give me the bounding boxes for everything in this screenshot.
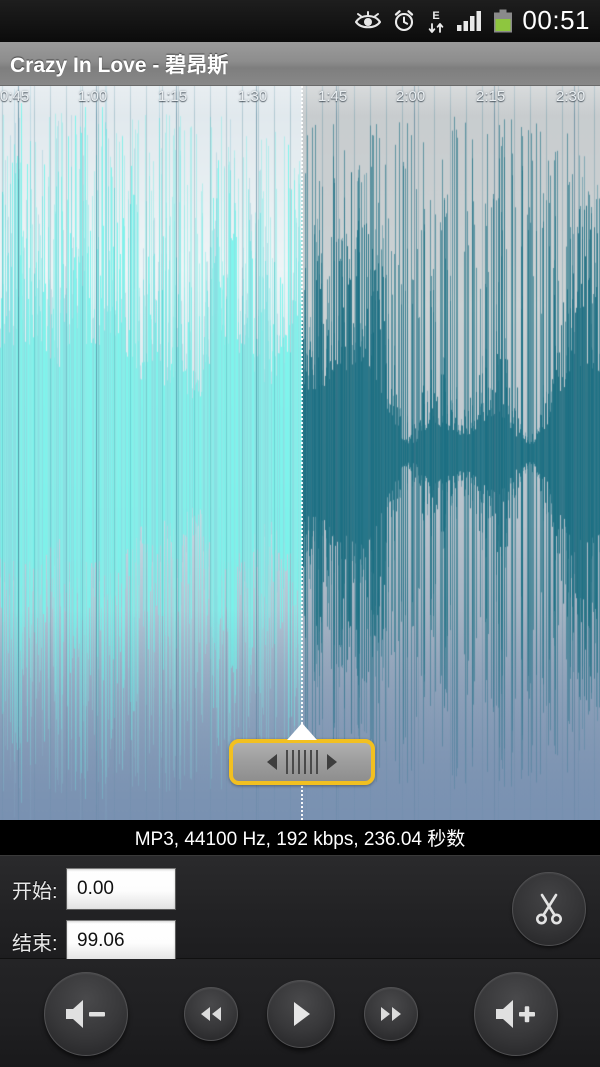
chevron-left-icon bbox=[267, 754, 277, 770]
status-bar-clock: 00:51 bbox=[522, 5, 590, 35]
page-title: Crazy In Love - 碧昂斯 bbox=[10, 53, 229, 77]
start-time-row: 开始: 0.00 bbox=[12, 868, 176, 910]
status-bar-icons: E bbox=[355, 9, 513, 34]
end-time-input[interactable]: 99.06 bbox=[66, 920, 176, 962]
start-time-input[interactable]: 0.00 bbox=[66, 868, 176, 910]
speaker-plus-icon bbox=[496, 1000, 535, 1028]
rewind-icon bbox=[201, 1007, 221, 1021]
playhead-line bbox=[301, 86, 303, 820]
alarm-clock-icon bbox=[395, 10, 414, 32]
selection-handle-pointer bbox=[287, 723, 317, 740]
file-info-text: MP3, 44100 Hz, 192 kbps, 236.04 秒数 bbox=[134, 829, 466, 850]
scissors-icon bbox=[536, 893, 562, 925]
volume-up-button[interactable] bbox=[474, 972, 558, 1056]
transport-bar bbox=[0, 959, 600, 1067]
chevron-right-icon bbox=[327, 754, 337, 770]
status-bar: E 00:51 bbox=[0, 0, 600, 42]
signal-bars-icon bbox=[457, 11, 482, 31]
title-bar: Crazy In Love - 碧昂斯 bbox=[0, 42, 600, 86]
play-button[interactable] bbox=[267, 980, 335, 1048]
selection-handle-grip bbox=[267, 750, 337, 774]
speaker-minus-icon bbox=[66, 1000, 105, 1028]
end-time-row: 结束: 99.06 bbox=[12, 920, 176, 962]
file-info-bar: MP3, 44100 Hz, 192 kbps, 236.04 秒数 bbox=[0, 820, 600, 856]
rewind-button[interactable] bbox=[184, 987, 238, 1041]
volume-down-button[interactable] bbox=[44, 972, 128, 1056]
battery-icon bbox=[494, 9, 513, 33]
waveform-view[interactable]: 0:45 1:00 1:15 1:30 1:45 2:00 2:15 2:30 bbox=[0, 86, 600, 820]
selection-handle[interactable] bbox=[229, 739, 375, 785]
cut-button[interactable] bbox=[512, 872, 586, 946]
audio-editor-app: E 00:51 Crazy In Love - 碧昂斯 0:451:001: bbox=[0, 0, 600, 1067]
edit-panel: 开始: 0.00 结束: 99.06 bbox=[0, 856, 600, 962]
play-icon bbox=[294, 1002, 310, 1026]
end-time-label: 结束: bbox=[12, 932, 58, 955]
waveform-canvas[interactable] bbox=[0, 86, 600, 820]
eye-icon bbox=[355, 11, 382, 29]
svg-text:E: E bbox=[433, 10, 440, 22]
fast-forward-button[interactable] bbox=[364, 987, 418, 1041]
fast-forward-icon bbox=[381, 1007, 401, 1021]
grip-lines-icon bbox=[286, 750, 318, 774]
start-time-label: 开始: bbox=[12, 880, 58, 903]
edge-data-icon: E bbox=[429, 10, 444, 33]
